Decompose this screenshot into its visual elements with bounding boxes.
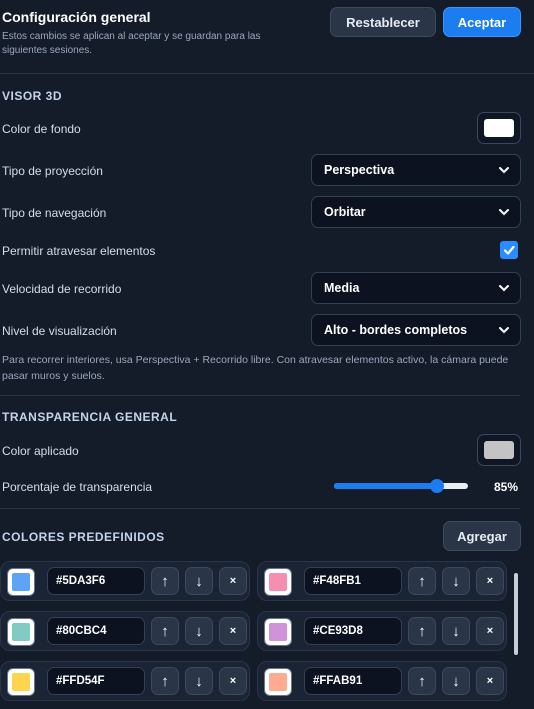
add-color-button[interactable]: Agregar (443, 521, 521, 551)
reset-button[interactable]: Restablecer (330, 7, 436, 37)
applied-color-swatch (484, 441, 514, 459)
checkmark-icon (503, 245, 515, 255)
scrollbar[interactable] (514, 573, 518, 655)
preset-color-swatch[interactable] (7, 568, 35, 596)
applied-color-picker[interactable] (477, 434, 521, 466)
transparency-percent-label: Porcentaje de transparencia (2, 480, 153, 494)
preset-color-card: #FFD54F ↑ ↓ × (0, 661, 250, 701)
preset-color-swatch[interactable] (264, 618, 292, 646)
preset-hex-input[interactable]: #FFAB91 (304, 667, 402, 695)
chevron-down-icon (499, 167, 509, 174)
preset-hex-input[interactable]: #80CBC4 (47, 617, 145, 645)
navigation-label: Tipo de navegación (2, 206, 107, 220)
speed-label: Velocidad de recorrido (2, 282, 122, 296)
arrow-up-icon[interactable]: ↑ (408, 617, 436, 645)
arrow-down-icon[interactable]: ↓ (185, 567, 213, 595)
chevron-down-icon (499, 327, 509, 334)
section-title-presets: COLORES PREDEFINIDOS (2, 530, 165, 544)
pass-through-checkbox[interactable] (500, 241, 518, 259)
bg-color-label: Color de fondo (2, 122, 81, 136)
preset-color-list: #5DA3F6 ↑ ↓ × #F48FB1 ↑ ↓ × #80CBC4 ↑ ↓ × #CE93D8 ↑ ↓ ×… (0, 561, 510, 709)
bg-color-picker[interactable] (477, 112, 521, 144)
arrow-down-icon[interactable]: ↓ (442, 617, 470, 645)
close-icon[interactable]: × (219, 617, 247, 645)
close-icon[interactable]: × (219, 567, 247, 595)
preset-color-swatch[interactable] (7, 618, 35, 646)
preset-hex-input[interactable]: #F48FB1 (304, 567, 402, 595)
arrow-up-icon[interactable]: ↑ (408, 567, 436, 595)
divider (0, 395, 520, 396)
projection-label: Tipo de proyección (2, 164, 103, 178)
applied-color-label: Color aplicado (2, 444, 79, 458)
divider (0, 508, 520, 509)
speed-select[interactable]: Media (311, 272, 521, 304)
slider-thumb[interactable] (430, 479, 444, 493)
pass-through-label: Permitir atravesar elementos (2, 244, 156, 258)
section-title-transparency: TRANSPARENCIA GENERAL (2, 410, 178, 424)
level-label: Nivel de visualización (2, 324, 117, 338)
chevron-down-icon (499, 209, 509, 216)
projection-select[interactable]: Perspectiva (311, 154, 521, 186)
header: Configuración general Estos cambios se a… (0, 0, 534, 74)
slider-fill (334, 483, 437, 489)
accept-button[interactable]: Aceptar (443, 7, 521, 37)
bg-color-swatch (484, 119, 514, 137)
close-icon[interactable]: × (476, 567, 504, 595)
preset-color-swatch[interactable] (264, 568, 292, 596)
level-select[interactable]: Alto - bordes completos (311, 314, 521, 346)
arrow-down-icon[interactable]: ↓ (185, 667, 213, 695)
preset-color-card: #FFAB91 ↑ ↓ × (257, 661, 507, 701)
preset-color-card: #80CBC4 ↑ ↓ × (0, 611, 250, 651)
section-title-viewer: VISOR 3D (2, 89, 63, 103)
arrow-up-icon[interactable]: ↑ (151, 667, 179, 695)
navigation-select[interactable]: Orbitar (311, 196, 521, 228)
page-title: Configuración general (2, 9, 151, 25)
speed-value: Media (324, 281, 360, 295)
preset-hex-input[interactable]: #CE93D8 (304, 617, 402, 645)
preset-hex-input[interactable]: #5DA3F6 (47, 567, 145, 595)
preset-color-swatch[interactable] (264, 668, 292, 696)
page-subtitle: Estos cambios se aplican al aceptar y se… (2, 31, 261, 56)
arrow-up-icon[interactable]: ↑ (408, 667, 436, 695)
arrow-up-icon[interactable]: ↑ (151, 617, 179, 645)
arrow-down-icon[interactable]: ↓ (442, 567, 470, 595)
close-icon[interactable]: × (476, 617, 504, 645)
projection-value: Perspectiva (324, 163, 395, 177)
preset-color-card: #5DA3F6 ↑ ↓ × (0, 561, 250, 601)
chevron-down-icon (499, 285, 509, 292)
preset-color-card: #F48FB1 ↑ ↓ × (257, 561, 507, 601)
close-icon[interactable]: × (476, 667, 504, 695)
arrow-down-icon[interactable]: ↓ (442, 667, 470, 695)
viewer-hint: Para recorrer interiores, usa Perspectiv… (2, 354, 509, 382)
preset-color-card: #CE93D8 ↑ ↓ × (257, 611, 507, 651)
arrow-up-icon[interactable]: ↑ (151, 567, 179, 595)
navigation-value: Orbitar (324, 205, 366, 219)
level-value: Alto - bordes completos (324, 323, 468, 337)
transparency-slider[interactable] (334, 479, 468, 493)
preset-color-swatch[interactable] (7, 668, 35, 696)
preset-hex-input[interactable]: #FFD54F (47, 667, 145, 695)
close-icon[interactable]: × (219, 667, 247, 695)
arrow-down-icon[interactable]: ↓ (185, 617, 213, 645)
transparency-percent-value: 85% (494, 480, 519, 494)
